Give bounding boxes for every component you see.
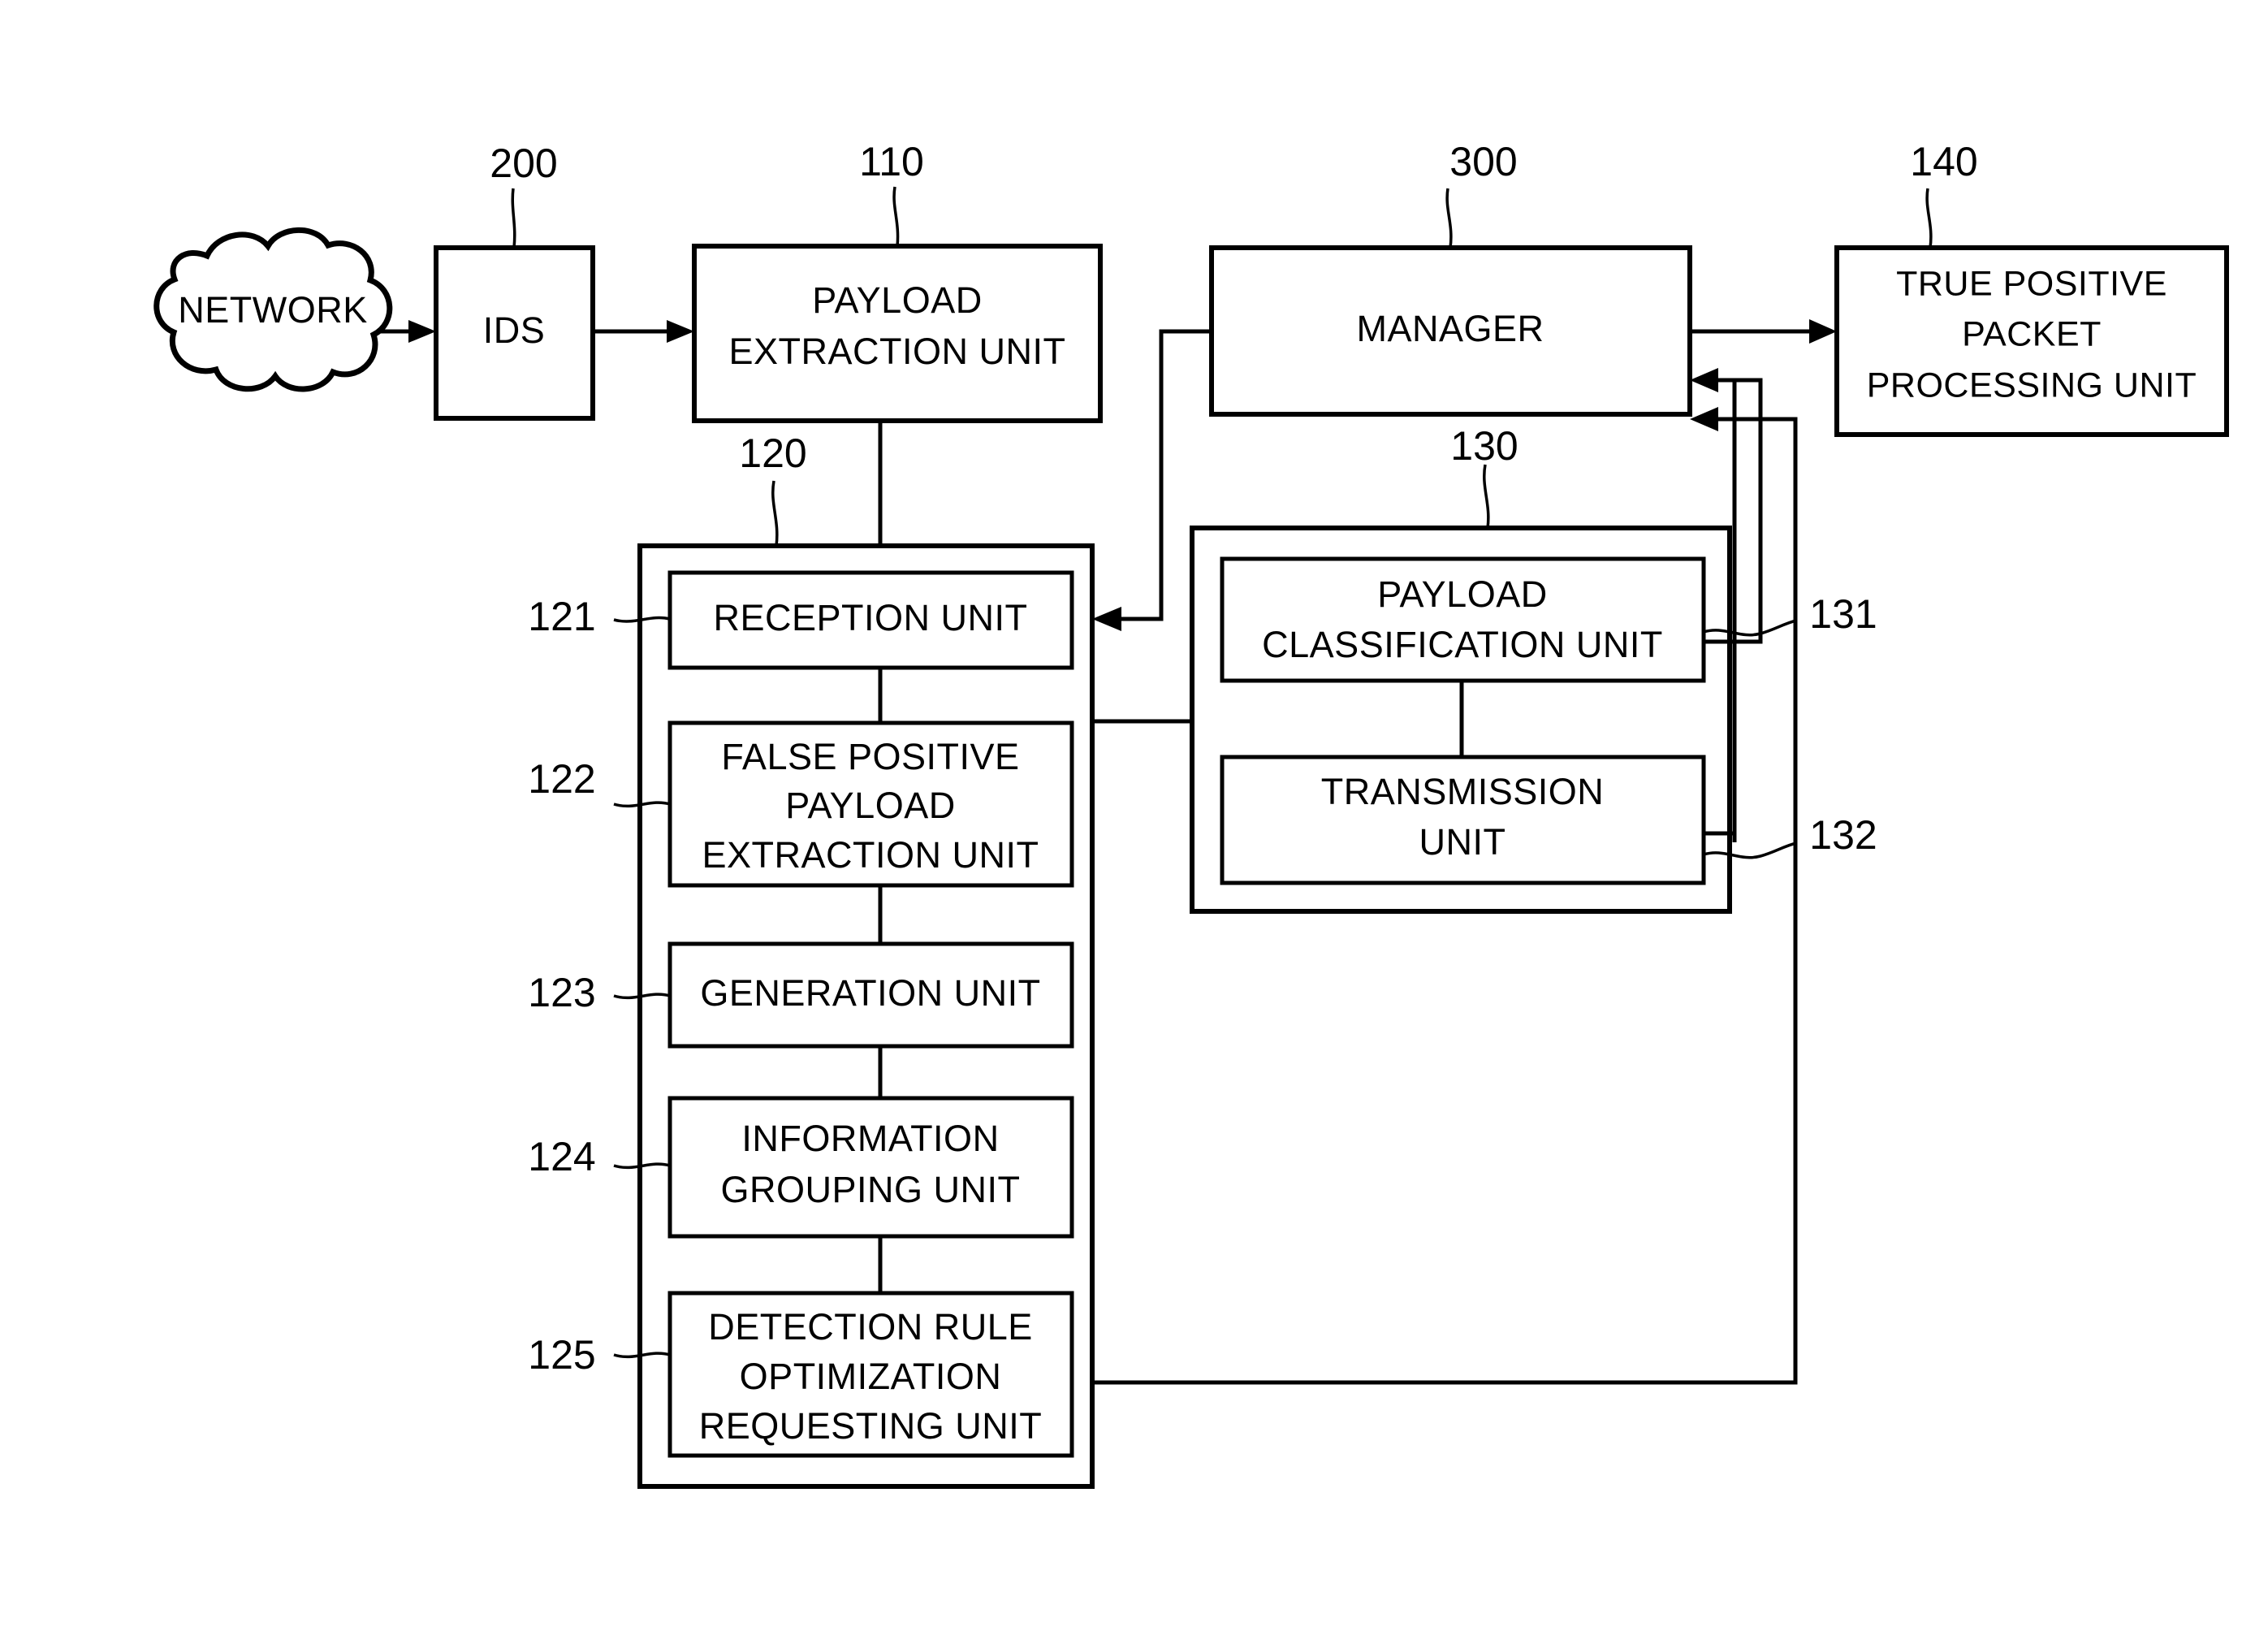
ref-140: 140 bbox=[1910, 139, 1977, 184]
leader-125 bbox=[613, 1352, 671, 1359]
ref-130: 130 bbox=[1450, 423, 1518, 469]
node-detection-rule-optimization-requesting-unit: DETECTION RULE OPTIMIZATION REQUESTING U… bbox=[528, 1291, 1074, 1458]
false-positive-line1: FALSE POSITIVE bbox=[721, 736, 1019, 777]
true-positive-line1: TRUE POSITIVE bbox=[1896, 264, 2167, 303]
node-transmission-unit: TRANSMISSION UNIT 132 bbox=[1220, 755, 1877, 885]
payload-classification-line1: PAYLOAD bbox=[1377, 573, 1547, 615]
ref-124: 124 bbox=[528, 1134, 595, 1179]
diagram-canvas: NETWORK IDS 200 PAYLOAD EXTRACTION UNIT … bbox=[153, 139, 2229, 1489]
leader-140 bbox=[1925, 188, 1933, 249]
node-manager: MANAGER 300 bbox=[1209, 139, 1692, 417]
ref-122: 122 bbox=[528, 756, 595, 802]
leader-124 bbox=[613, 1162, 671, 1170]
leader-120 bbox=[771, 480, 779, 547]
leader-122 bbox=[613, 801, 671, 808]
leader-130 bbox=[1483, 464, 1490, 529]
payload-extraction-line1: PAYLOAD bbox=[812, 279, 982, 321]
reception-label: RECEPTION UNIT bbox=[713, 597, 1027, 638]
detection-rule-line1: DETECTION RULE bbox=[708, 1306, 1033, 1348]
payload-classification-line2: CLASSIFICATION UNIT bbox=[1262, 624, 1663, 665]
ref-132: 132 bbox=[1809, 812, 1877, 858]
transmission-line2: UNIT bbox=[1419, 821, 1506, 863]
arrowhead-detection-rule-to-manager bbox=[1690, 407, 1718, 431]
ref-123: 123 bbox=[528, 970, 595, 1015]
leader-110 bbox=[892, 186, 900, 247]
leader-200 bbox=[511, 188, 516, 249]
node-generation-unit: GENERATION UNIT 123 bbox=[528, 941, 1074, 1049]
detection-rule-line3: REQUESTING UNIT bbox=[699, 1405, 1043, 1447]
ref-120: 120 bbox=[739, 430, 806, 476]
payload-extraction-line2: EXTRACTION UNIT bbox=[728, 331, 1065, 372]
node-network: NETWORK bbox=[153, 227, 393, 392]
manager-label: MANAGER bbox=[1356, 308, 1544, 349]
ref-131: 131 bbox=[1809, 591, 1877, 637]
ref-110: 110 bbox=[859, 139, 924, 184]
patent-figure: NETWORK IDS 200 PAYLOAD EXTRACTION UNIT … bbox=[0, 0, 2268, 1631]
arrowhead-network-to-ids bbox=[408, 320, 436, 343]
node-reception-unit: RECEPTION UNIT 121 bbox=[528, 570, 1074, 670]
leader-300 bbox=[1445, 188, 1453, 249]
ref-200: 200 bbox=[490, 141, 557, 186]
wire-detection-rule-to-manager bbox=[1092, 417, 1798, 1385]
node-true-positive-packet-processing-unit: TRUE POSITIVE PACKET PROCESSING UNIT 140 bbox=[1834, 139, 2229, 437]
information-grouping-line2: GROUPING UNIT bbox=[720, 1169, 1020, 1210]
node-information-grouping-unit: INFORMATION GROUPING UNIT 124 bbox=[528, 1096, 1074, 1239]
information-grouping-line1: INFORMATION bbox=[741, 1118, 999, 1159]
ref-125: 125 bbox=[528, 1332, 595, 1378]
wire-manager-to-reception bbox=[1121, 329, 1212, 621]
false-positive-line2: PAYLOAD bbox=[785, 785, 955, 826]
ref-300: 300 bbox=[1449, 139, 1517, 184]
leader-123 bbox=[613, 993, 671, 1000]
true-positive-line2: PACKET bbox=[1962, 314, 2102, 353]
arrowhead-manager-to-reception bbox=[1092, 607, 1121, 631]
true-positive-line3: PROCESSING UNIT bbox=[1867, 366, 2197, 405]
arrowhead-manager-to-true-positive bbox=[1809, 319, 1837, 344]
arrowhead-payload-classification-to-manager bbox=[1690, 368, 1718, 392]
leader-131 bbox=[1703, 619, 1797, 637]
node-ids: IDS 200 bbox=[434, 141, 595, 421]
connector-layer bbox=[367, 319, 1837, 1385]
ref-121: 121 bbox=[528, 594, 595, 639]
node-payload-extraction-unit: PAYLOAD EXTRACTION UNIT 110 bbox=[692, 139, 1103, 423]
generation-label: GENERATION UNIT bbox=[700, 972, 1040, 1014]
transmission-line1: TRANSMISSION bbox=[1321, 771, 1605, 812]
network-label: NETWORK bbox=[178, 289, 368, 331]
ids-label: IDS bbox=[483, 309, 546, 351]
arrowhead-ids-to-payload-extraction bbox=[667, 320, 694, 343]
detection-rule-line2: OPTIMIZATION bbox=[740, 1356, 1002, 1397]
false-positive-line3: EXTRACTION UNIT bbox=[702, 834, 1039, 876]
node-false-positive-payload-extraction-unit: FALSE POSITIVE PAYLOAD EXTRACTION UNIT 1… bbox=[528, 720, 1074, 888]
leader-132 bbox=[1703, 841, 1797, 859]
node-payload-classification-unit: PAYLOAD CLASSIFICATION UNIT 131 bbox=[1220, 556, 1877, 683]
